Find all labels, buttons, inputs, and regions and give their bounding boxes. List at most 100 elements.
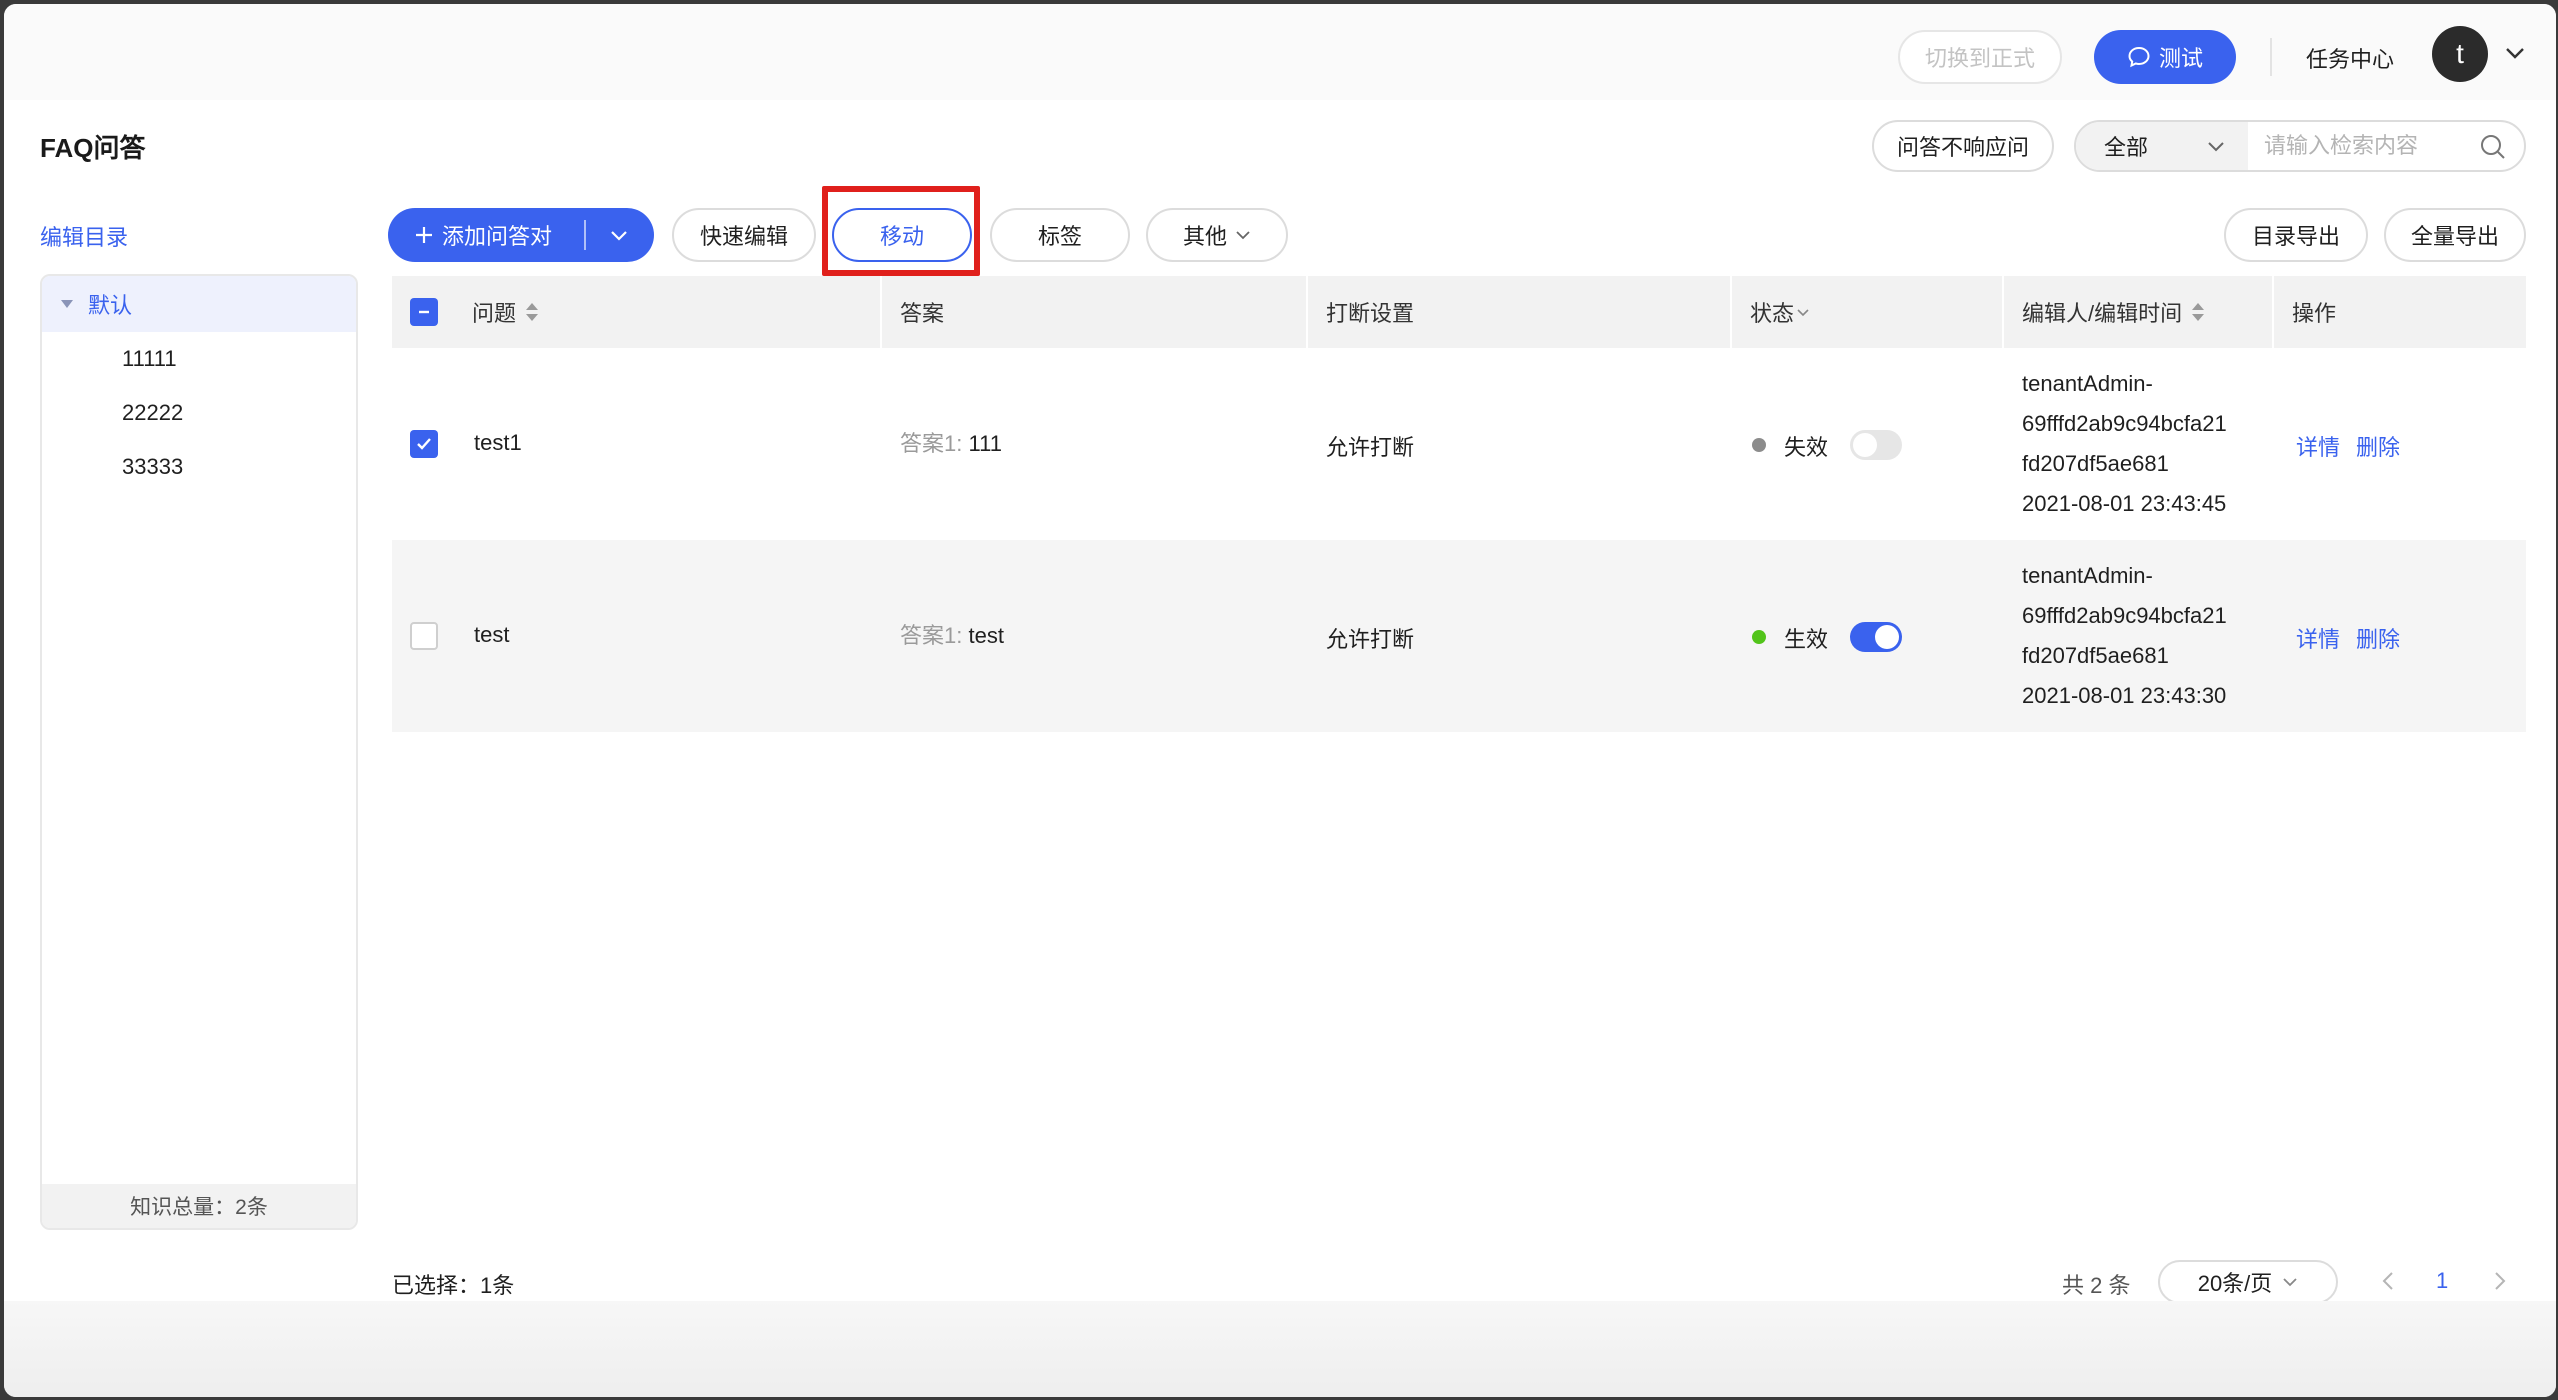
other-label: 其他 bbox=[1182, 224, 1227, 249]
chevron-left-icon[interactable] bbox=[2378, 1270, 2400, 1292]
column-separator bbox=[880, 276, 882, 348]
delete-link[interactable]: 删除 bbox=[2356, 622, 2400, 654]
editor-line: fd207df5ae681 bbox=[2022, 643, 2169, 668]
column-label: 编辑人/编辑时间 bbox=[2022, 301, 2183, 326]
interrupt-setting: 允许打断 bbox=[1326, 627, 1415, 652]
column-interrupt: 打断设置 bbox=[1326, 276, 1414, 348]
search-input[interactable] bbox=[2264, 130, 2464, 162]
detail-link[interactable]: 详情 bbox=[2296, 622, 2340, 654]
interrupt-setting: 允许打断 bbox=[1326, 435, 1415, 460]
answer-text: 111 bbox=[968, 431, 1002, 456]
caret-down-icon[interactable] bbox=[60, 298, 74, 310]
delete-link[interactable]: 删除 bbox=[2356, 430, 2400, 462]
catalog-export-button[interactable]: 目录导出 bbox=[2224, 208, 2368, 262]
tree-node-default[interactable]: 默认 bbox=[42, 276, 356, 332]
column-separator bbox=[1730, 276, 1732, 348]
page-size-select[interactable]: 20条/页 bbox=[2158, 1260, 2338, 1304]
table-header: 问题 答案 打断设置 状态 编辑人/编辑时间 操作 bbox=[392, 276, 2526, 348]
search-scope-value: 全部 bbox=[2104, 135, 2149, 160]
switch-to-formal-button[interactable]: 切换到正式 bbox=[1898, 30, 2062, 84]
add-qa-label: 添加问答对 bbox=[442, 224, 553, 249]
answer-text: test bbox=[968, 623, 1004, 648]
search-scope-select[interactable]: 全部 bbox=[2076, 122, 2248, 170]
status-text: 失效 bbox=[1784, 435, 1829, 460]
column-separator bbox=[1306, 276, 1308, 348]
toggle-knob bbox=[1875, 625, 1899, 649]
avatar[interactable]: t bbox=[2432, 26, 2488, 82]
page-size-value: 20条/页 bbox=[2197, 1271, 2273, 1296]
answer-cell: 答案1: 111 bbox=[900, 426, 1002, 458]
chat-bubble-icon bbox=[2128, 46, 2150, 68]
status-dot bbox=[1752, 438, 1766, 452]
editor-line: tenantAdmin- bbox=[2022, 371, 2153, 396]
select-all-checkbox[interactable] bbox=[410, 298, 438, 326]
toggle-knob bbox=[1853, 433, 1877, 457]
column-separator bbox=[2002, 276, 2004, 348]
tree-node-child[interactable]: 33333 bbox=[122, 454, 183, 480]
column-question[interactable]: 问题 bbox=[472, 276, 540, 348]
column-answer: 答案 bbox=[900, 276, 944, 348]
chevron-down-icon bbox=[611, 231, 627, 241]
editor-line: tenantAdmin- bbox=[2022, 563, 2153, 588]
table-row[interactable]: test 答案1: test 允许打断 生效 tenantAdmin- 69ff… bbox=[392, 540, 2526, 732]
editor-line: fd207df5ae681 bbox=[2022, 451, 2169, 476]
table-row[interactable]: test1 答案1: 111 允许打断 失效 tenantAdmin- 69ff… bbox=[392, 348, 2526, 540]
answer-label: 答案1: bbox=[900, 431, 963, 456]
app-window: 切换到正式 测试 任务中心 t FAQ问答 问答不响应问 全部 编辑目录 bbox=[4, 4, 2556, 1397]
filter-chevron-icon[interactable] bbox=[1796, 305, 1810, 319]
question-text: test bbox=[474, 622, 510, 647]
tree-node-child[interactable]: 11111 bbox=[122, 346, 177, 372]
editor-info: tenantAdmin- 69fffd2ab9c94bcfa21 fd207df… bbox=[2022, 556, 2227, 716]
full-export-button[interactable]: 全量导出 bbox=[2384, 208, 2526, 262]
quick-edit-button[interactable]: 快速编辑 bbox=[672, 208, 816, 262]
question-text: test1 bbox=[474, 430, 522, 455]
column-label: 答案 bbox=[900, 301, 945, 326]
status-dot bbox=[1752, 630, 1766, 644]
tree-node-child[interactable]: 22222 bbox=[122, 400, 183, 426]
chevron-down-icon bbox=[2208, 142, 2224, 152]
column-label: 问题 bbox=[472, 301, 517, 326]
selected-count: 已选择：1条 bbox=[392, 1273, 515, 1298]
move-button[interactable]: 移动 bbox=[832, 208, 972, 262]
edit-time: 2021-08-01 23:43:45 bbox=[2022, 491, 2227, 516]
current-page[interactable]: 1 bbox=[2436, 1268, 2448, 1294]
status-toggle[interactable] bbox=[1850, 430, 1902, 460]
add-qa-button-group: 添加问答对 bbox=[388, 208, 654, 262]
plus-icon bbox=[416, 227, 432, 243]
tags-button[interactable]: 标签 bbox=[990, 208, 1130, 262]
knowledge-total: 知识总量：2条 bbox=[42, 1184, 356, 1228]
row-checkbox[interactable] bbox=[410, 622, 438, 650]
topbar-divider bbox=[2270, 38, 2272, 76]
chevron-right-icon[interactable] bbox=[2488, 1270, 2510, 1292]
column-status[interactable]: 状态 bbox=[1750, 276, 1810, 348]
test-button[interactable]: 测试 bbox=[2094, 30, 2236, 84]
sort-icon[interactable] bbox=[2190, 301, 2206, 323]
edit-catalog-link[interactable]: 编辑目录 bbox=[40, 220, 128, 252]
row-checkbox[interactable] bbox=[410, 430, 438, 458]
checkmark-icon bbox=[417, 438, 431, 450]
chevron-down-icon[interactable] bbox=[2502, 40, 2528, 66]
no-answer-button[interactable]: 问答不响应问 bbox=[1872, 120, 2054, 172]
minus-icon bbox=[419, 310, 429, 314]
add-qa-dropdown[interactable] bbox=[586, 225, 652, 245]
editor-line: 69fffd2ab9c94bcfa21 bbox=[2022, 603, 2227, 628]
search-icon[interactable] bbox=[2478, 132, 2508, 162]
status-toggle[interactable] bbox=[1850, 622, 1902, 652]
tree-node-label: 默认 bbox=[88, 293, 133, 318]
sort-icon[interactable] bbox=[524, 301, 540, 323]
column-separator bbox=[2272, 276, 2274, 348]
add-qa-button[interactable]: 添加问答对 bbox=[388, 219, 584, 251]
column-actions: 操作 bbox=[2292, 276, 2336, 348]
bottom-strip bbox=[4, 1301, 2556, 1397]
column-label: 状态 bbox=[1750, 301, 1795, 326]
edit-time: 2021-08-01 23:43:30 bbox=[2022, 683, 2227, 708]
answer-label: 答案1: bbox=[900, 623, 963, 648]
other-button[interactable]: 其他 bbox=[1146, 208, 1288, 262]
search-box: 全部 bbox=[2074, 120, 2526, 172]
status-text: 生效 bbox=[1784, 627, 1829, 652]
task-center-link[interactable]: 任务中心 bbox=[2306, 42, 2394, 74]
detail-link[interactable]: 详情 bbox=[2296, 430, 2340, 462]
test-button-label: 测试 bbox=[2158, 46, 2203, 71]
column-editor[interactable]: 编辑人/编辑时间 bbox=[2022, 276, 2206, 348]
catalog-tree: 默认 11111 22222 33333 知识总量：2条 bbox=[40, 274, 358, 1230]
